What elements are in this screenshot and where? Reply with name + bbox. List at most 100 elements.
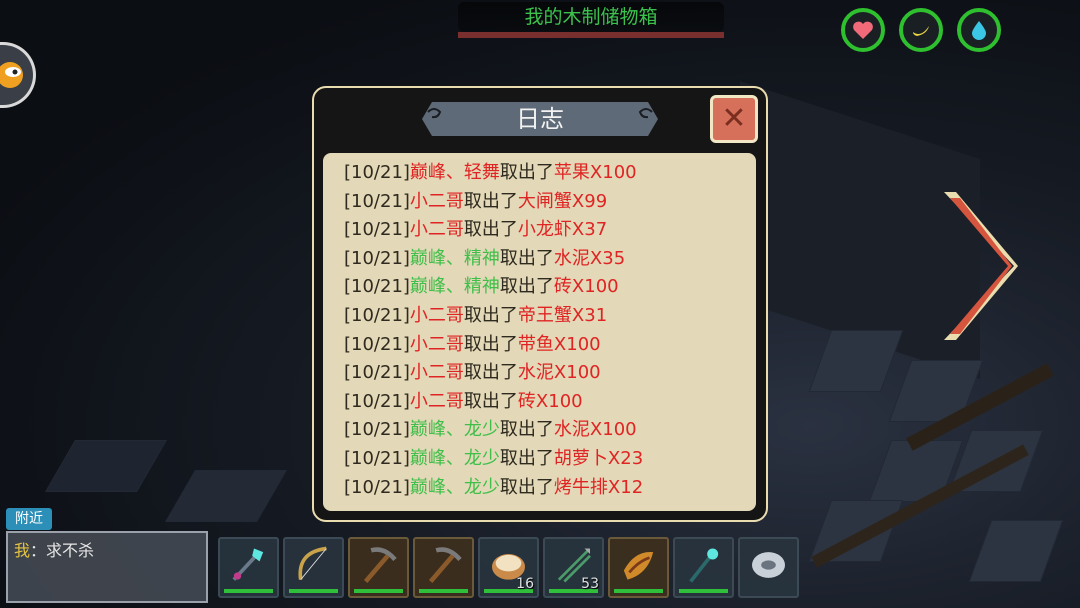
- log-action: 取出了: [499, 162, 554, 183]
- hotbar-slot[interactable]: [218, 537, 279, 598]
- hotbar-slot[interactable]: [348, 537, 409, 598]
- log-user: 巅峰、轻舞: [409, 162, 500, 183]
- pickaxe-icon: [428, 547, 462, 583]
- log-entry: [10/21]小二哥取出了帝王蟹X31: [344, 302, 756, 331]
- log-user: 巅峰、龙少: [409, 447, 500, 469]
- chat-box[interactable]: 我：求不杀: [6, 531, 208, 603]
- log-item: 水泥X100: [517, 362, 601, 384]
- log-user: 巅峰、精神: [409, 247, 500, 269]
- log-user: 小二哥: [409, 390, 464, 412]
- hotbar-slot[interactable]: 53: [543, 537, 604, 598]
- chat-speaker: 我: [14, 541, 31, 560]
- durability-bar: [679, 589, 728, 593]
- log-action: 取出了: [499, 476, 554, 498]
- log-entry: [10/21]小二哥取出了带鱼X100: [344, 331, 756, 360]
- hotbar-slot[interactable]: [413, 537, 474, 598]
- log-user: 小二哥: [409, 333, 464, 355]
- log-entry: [10/21]巅峰、龙少取出了水泥X100: [344, 416, 756, 445]
- log-date: [10/21]: [344, 304, 410, 326]
- log-date: [10/21]: [344, 419, 410, 441]
- thirst-stat: [957, 8, 1001, 52]
- durability-bar: [224, 589, 273, 593]
- log-action: 取出了: [499, 276, 554, 298]
- chat-message: 求不杀: [46, 541, 95, 560]
- log-entry: [10/21]小二哥取出了大闸蟹X99: [344, 188, 756, 217]
- log-item: 大闸蟹X99: [517, 190, 608, 212]
- dialog-title: 日志: [516, 105, 564, 133]
- hunger-stat: [899, 8, 943, 52]
- log-entry: [10/21]巅峰、轻舞取出了苹果X100: [344, 159, 756, 188]
- log-user: 巅峰、龙少: [409, 476, 500, 498]
- log-list[interactable]: [10/21]巅峰、轻舞取出了苹果X100 [10/21]小二哥取出了大闸蟹X99…: [323, 153, 756, 511]
- log-entry: [10/21]巅峰、精神取出了砖X100: [344, 273, 756, 302]
- storage-title: 我的木制储物箱: [458, 2, 724, 32]
- log-action: 取出了: [463, 362, 518, 384]
- magic-wand-icon: [232, 548, 264, 581]
- log-entry: [10/21]巅峰、龙少取出了胡萝卜X23: [344, 445, 756, 474]
- log-entry: [10/21]巅峰、精神取出了水泥X35: [344, 245, 756, 274]
- log-action: 取出了: [463, 390, 518, 412]
- log-item: 砖X100: [553, 276, 619, 298]
- pickaxe-icon: [363, 547, 397, 583]
- log-item: 小龙虾X37: [517, 219, 608, 241]
- log-item: 胡萝卜X23: [553, 447, 644, 469]
- log-item: 带鱼X100: [517, 333, 601, 355]
- log-item: 水泥X100: [553, 419, 637, 441]
- hotbar-slot[interactable]: [738, 537, 799, 598]
- dialog-title-banner: 日志: [422, 100, 658, 138]
- log-user: 小二哥: [409, 362, 464, 384]
- log-entry: [10/21]巅峰、龙少取出了烤牛排X12: [344, 474, 756, 503]
- close-button[interactable]: ✕: [710, 95, 758, 143]
- hotbar-slot[interactable]: 16: [478, 537, 539, 598]
- water-drop-icon: [972, 21, 986, 40]
- horn-icon: [623, 552, 654, 580]
- bow-icon: [298, 546, 327, 580]
- log-date: [10/21]: [344, 362, 410, 384]
- durability-bar: [289, 589, 338, 593]
- log-action: 取出了: [499, 447, 554, 469]
- staff-icon: [689, 548, 719, 583]
- log-item: 帝王蟹X31: [517, 304, 608, 326]
- log-action: 取出了: [463, 304, 518, 326]
- storage-health-bar: [458, 32, 724, 38]
- log-action: 取出了: [463, 333, 518, 355]
- item-count: 53: [581, 576, 599, 592]
- durability-bar: [354, 589, 403, 593]
- log-action: 取出了: [499, 419, 554, 441]
- heart-icon: [853, 21, 873, 39]
- chat-separator: ：: [30, 541, 47, 560]
- log-date: [10/21]: [344, 247, 410, 269]
- log-user: 小二哥: [409, 304, 464, 326]
- hotbar-slot[interactable]: [283, 537, 344, 598]
- hotbar-slot[interactable]: [608, 537, 669, 598]
- log-date: [10/21]: [344, 390, 410, 412]
- log-user: 小二哥: [409, 219, 464, 241]
- log-date: [10/21]: [344, 219, 410, 241]
- log-item: 砖X100: [517, 390, 583, 412]
- close-icon: ✕: [721, 101, 747, 136]
- log-user: 巅峰、龙少: [409, 419, 500, 441]
- log-user: 巅峰、精神: [409, 276, 500, 298]
- log-user: 小二哥: [409, 190, 464, 212]
- durability-bar: [419, 589, 468, 593]
- log-date: [10/21]: [344, 190, 410, 212]
- log-date: [10/21]: [344, 476, 410, 498]
- log-date: [10/21]: [344, 447, 410, 469]
- chat-channel-tab[interactable]: 附近: [6, 508, 52, 530]
- log-item: 水泥X35: [553, 247, 626, 269]
- hotbar-slot[interactable]: [673, 537, 734, 598]
- log-item: 烤牛排X12: [553, 476, 644, 498]
- banana-icon: [913, 26, 929, 36]
- durability-bar: [614, 589, 663, 593]
- log-action: 取出了: [499, 247, 554, 269]
- pet-face-icon: [0, 62, 23, 88]
- log-date: [10/21]: [344, 333, 410, 355]
- log-item: 苹果X100: [553, 162, 637, 183]
- log-action: 取出了: [463, 190, 518, 212]
- log-entry: [10/21]小二哥取出了水泥X100: [344, 359, 756, 388]
- next-page-arrow-icon[interactable]: [936, 186, 1020, 346]
- hotbar: 16 53: [218, 537, 799, 598]
- log-entry: [10/21]小二哥取出了砖X100: [344, 388, 756, 417]
- log-entry: [10/21]小二哥取出了小龙虾X37: [344, 216, 756, 245]
- health-stat: [841, 8, 885, 52]
